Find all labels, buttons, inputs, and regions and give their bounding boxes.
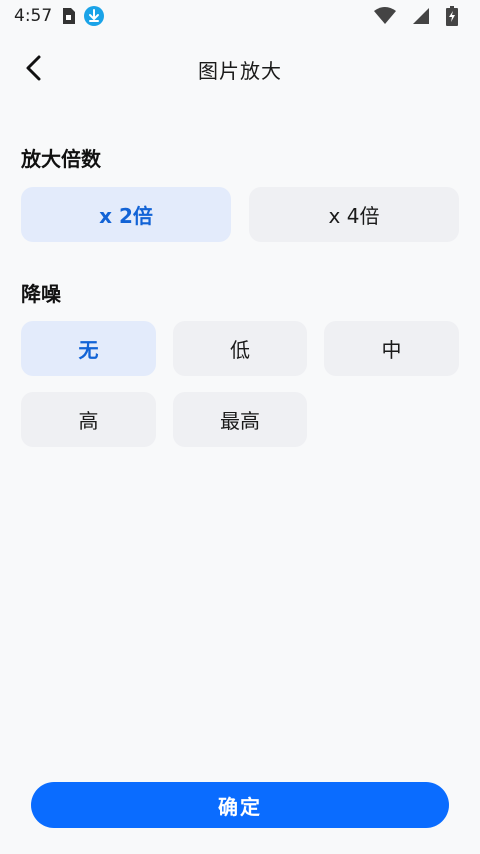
scale-option-4x[interactable]: x 4倍 (249, 187, 459, 242)
wifi-icon (374, 7, 396, 25)
sim-card-icon (62, 7, 76, 25)
denoise-option-medium[interactable]: 中 (324, 321, 459, 376)
download-icon (84, 6, 105, 26)
scale-section-title: 放大倍数 (21, 147, 101, 171)
denoise-option-low[interactable]: 低 (173, 321, 307, 376)
back-button[interactable] (16, 50, 52, 86)
scale-option-2x[interactable]: x 2倍 (21, 187, 231, 242)
app-header: 图片放大 (0, 44, 480, 94)
page-title: 图片放大 (198, 58, 282, 83)
status-bar: 4:57 (0, 0, 480, 32)
battery-charging-icon (446, 6, 458, 26)
confirm-button[interactable]: 确定 (31, 782, 449, 828)
denoise-section-title: 降噪 (21, 282, 61, 306)
denoise-option-highest[interactable]: 最高 (173, 392, 307, 447)
denoise-option-high[interactable]: 高 (21, 392, 156, 447)
status-time: 4:57 (14, 6, 53, 26)
back-arrow-icon (26, 55, 41, 81)
denoise-option-none[interactable]: 无 (21, 321, 156, 376)
signal-icon (412, 7, 430, 25)
